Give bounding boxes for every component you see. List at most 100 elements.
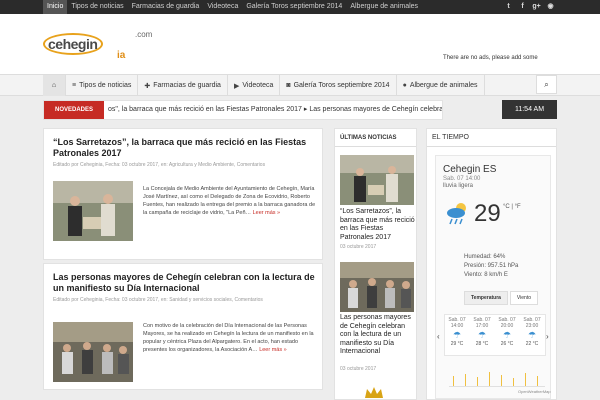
social-links: t f g+ ◉: [501, 0, 557, 14]
clock: 11:54 AM: [502, 100, 557, 119]
topnav-tipos[interactable]: Tipos de noticias: [67, 0, 127, 14]
post-thumbnail[interactable]: [53, 181, 133, 241]
twitter-icon[interactable]: t: [502, 0, 515, 14]
weather-credit[interactable]: OpenWeatherMap: [518, 389, 551, 394]
rain-icon: ☂: [452, 330, 462, 340]
list-icon: ≡: [72, 82, 77, 89]
widget-heading: EL TIEMPO: [427, 129, 556, 147]
search-icon[interactable]: ⌕: [536, 75, 557, 94]
top-bar: Inicio Tipos de noticias Farmacias de gu…: [0, 0, 600, 14]
post-thumbnail[interactable]: [53, 322, 133, 382]
weather-desc: lluvia ligera: [443, 183, 474, 189]
read-more-link[interactable]: Leer más »: [253, 210, 281, 216]
nav-item-label: Videoteca: [242, 82, 274, 89]
latest-news-widget: ÚLTIMAS NOTICIAS “Los Sarretazos”, la ba…: [334, 128, 417, 400]
photo-image: [340, 155, 414, 205]
weather-tabs: Temperatura Viento: [464, 291, 540, 305]
weather-wind: Viento: 8 km/h E: [464, 272, 508, 278]
latest-date: 03 octubre 2017: [340, 366, 377, 372]
home-icon[interactable]: ⌂: [43, 75, 66, 96]
video-icon: ▶: [233, 82, 240, 90]
forecast-item: Sab. 07 14:00 ☂ 29 °C: [447, 317, 467, 347]
topnav-inicio[interactable]: Inicio: [43, 0, 68, 14]
ad-placeholder: There are no ads, please add some: [443, 55, 538, 61]
latest-thumbnail[interactable]: [340, 262, 414, 312]
widget-heading: ÚLTIMAS NOTICIAS: [335, 129, 416, 147]
tab-viento[interactable]: Viento: [509, 291, 539, 305]
logo-ia: ia: [117, 50, 126, 61]
nav-item-label: Tipos de noticias: [79, 82, 132, 89]
logo-com: .com: [135, 30, 153, 39]
nav-item-albergue[interactable]: ● Albergue de animales: [397, 75, 485, 96]
read-more-link[interactable]: Leer más »: [259, 347, 287, 353]
nav-item-farmacias[interactable]: ✚ Farmacias de guardia: [138, 75, 228, 96]
photo-image: [53, 322, 133, 382]
forecast-item: Sab. 07 17:00 ☂ 28 °C: [472, 317, 492, 347]
weather-date: Sab. 07 14:00: [443, 176, 481, 182]
topnav-albergue[interactable]: Albergue de animales: [346, 0, 422, 14]
post-title[interactable]: “Los Sarretazos”, la barraca que más rec…: [53, 137, 318, 159]
forecast-temp: 26 °C: [500, 341, 514, 347]
chart-bar: [465, 374, 466, 386]
site-header: cehegin ia .com There are no ads, please…: [0, 14, 600, 74]
latest-thumbnail[interactable]: [340, 155, 414, 205]
excerpt-text: La Concejala de Medio Ambiente del Ayunt…: [143, 186, 316, 216]
nav-item-galeria[interactable]: ◙ Galería Toros septiembre 2014: [280, 75, 397, 96]
camera-icon: ◙: [286, 82, 291, 89]
post-title[interactable]: Las personas mayores de Cehegín celebran…: [53, 272, 318, 294]
latest-title[interactable]: “Los Sarretazos”, la barraca que más rec…: [340, 208, 416, 242]
google-plus-icon[interactable]: g+: [530, 0, 543, 14]
nav-item-tipos[interactable]: ≡ Tipos de noticias: [66, 75, 139, 96]
ticker-label: NOVEDADES: [44, 101, 104, 119]
tab-temperatura[interactable]: Temperatura: [464, 291, 508, 305]
nav-item-label: Albergue de animales: [409, 82, 478, 89]
chart-bar: [525, 373, 526, 386]
nav-item-label: Farmacias de guardia: [153, 82, 221, 89]
latest-date: 03 octubre 2017: [340, 244, 377, 250]
topnav-farmacias[interactable]: Farmacias de guardia: [128, 0, 204, 14]
rain-icon: ☂: [527, 330, 537, 340]
medkit-icon: ✚: [144, 82, 151, 90]
chart-bar: [453, 376, 454, 386]
weather-humidity: Humedad: 64%: [464, 254, 506, 260]
post-card: “Los Sarretazos”, la barraca que más rec…: [43, 128, 323, 260]
site-logo[interactable]: cehegin ia .com: [43, 30, 153, 66]
weather-box: Cehegin ES Sab. 07 14:00 lluvia ligera 2…: [435, 155, 551, 399]
latest-title[interactable]: Las personas mayores de Cehegín celebran…: [340, 314, 416, 357]
temperature-unit-toggle[interactable]: °C | °F: [503, 204, 521, 210]
post-excerpt: La Concejala de Medio Ambiente del Ayunt…: [143, 185, 318, 217]
nav-item-videoteca[interactable]: ▶ Videoteca: [228, 75, 281, 96]
rss-icon[interactable]: ◉: [544, 0, 557, 14]
rain-icon: ☂: [477, 330, 487, 340]
chevron-left-icon[interactable]: ‹: [437, 332, 440, 341]
main-nav: ⌂ ≡ Tipos de noticias ✚ Farmacias de guard…: [0, 74, 600, 96]
forecast-item: Sab. 07 20:00 ☂ 26 °C: [497, 317, 517, 347]
chart-bar: [477, 377, 478, 386]
logo-text: cehegin: [48, 36, 98, 52]
photo-image: [340, 262, 414, 312]
chevron-right-icon[interactable]: ›: [546, 332, 549, 341]
weather-pressure: Presión: 957.51 hPa: [464, 263, 519, 269]
chart-bar: [537, 376, 538, 386]
weather-city: Cehegin ES: [443, 164, 497, 175]
facebook-icon[interactable]: f: [516, 0, 529, 14]
forecast-temp: 22 °C: [525, 341, 539, 347]
weather-widget: EL TIEMPO Cehegin ES Sab. 07 14:00 lluvi…: [426, 128, 557, 400]
topnav-galeria[interactable]: Galería Toros septiembre 2014: [242, 0, 346, 14]
post-card: Las personas mayores de Cehegín celebran…: [43, 263, 323, 390]
post-meta: Editado por Ceheginia, Fecha: 03 octubre…: [53, 297, 263, 303]
forecast-item: Sab. 07 23:00 ☂ 22 °C: [522, 317, 542, 347]
news-ticker: NOVEDADES os", la barraca que más recici…: [43, 100, 443, 120]
crown-icon: [363, 384, 385, 400]
temperature-chart: [449, 359, 545, 387]
rain-icon: ☂: [502, 330, 512, 340]
forecast-temp: 28 °C: [475, 341, 489, 347]
forecast-temp: 29 °C: [450, 341, 464, 347]
post-excerpt: Con motivo de la celebración del Día Int…: [143, 322, 318, 354]
excerpt-text: Con motivo de la celebración del Día Int…: [143, 323, 314, 353]
chart-bar: [513, 378, 514, 386]
topnav-videoteca[interactable]: Videoteca: [203, 0, 242, 14]
weather-temperature: 29: [474, 200, 501, 227]
top-nav: Inicio Tipos de noticias Farmacias de gu…: [43, 0, 422, 14]
ticker-text[interactable]: os", la barraca que más recició en las F…: [108, 101, 442, 119]
